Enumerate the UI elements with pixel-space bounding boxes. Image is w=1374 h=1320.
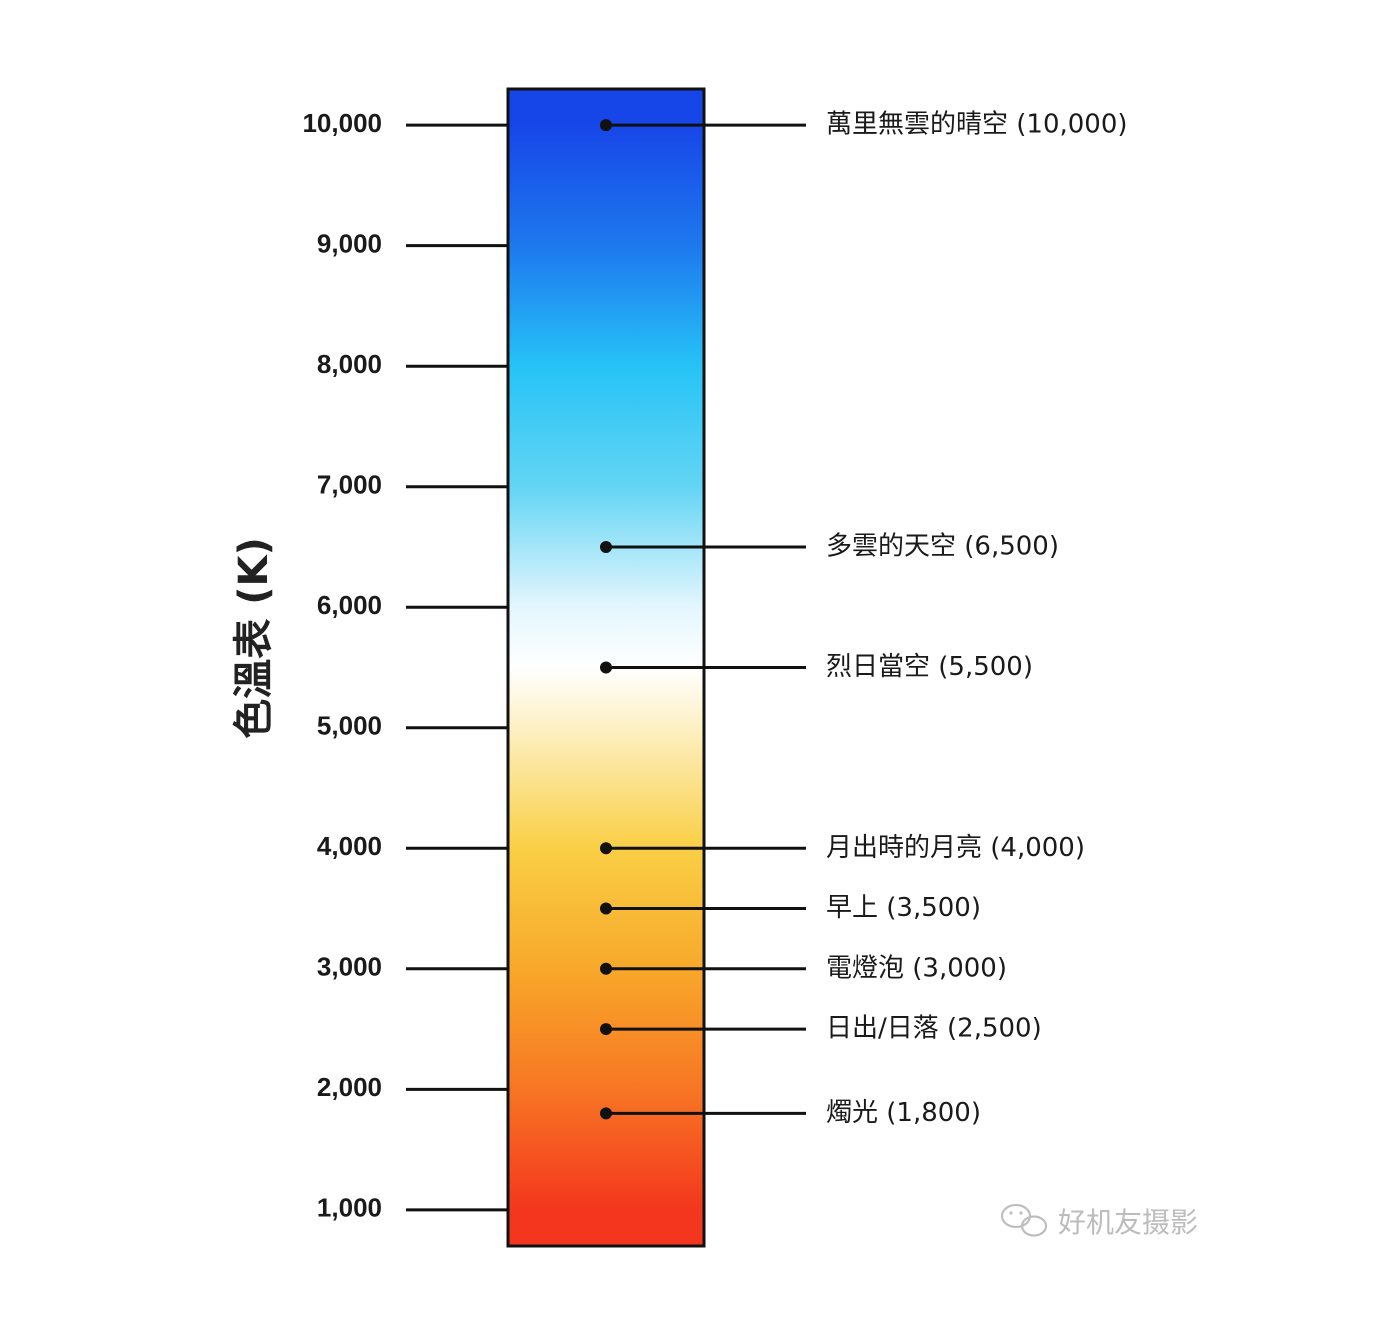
marker-dot [600,842,612,855]
tick-group: 10,000 9,000 8,000 7,000 6,000 5,000 4,000 3,00… [302,108,508,1223]
marker-label: 月出時的月亮 (4,000) [826,833,1085,863]
marker-label: 早上 (3,500) [826,893,981,923]
watermark-text: 好机友摄影 [1058,1206,1198,1239]
marker-label: 萬里無雲的晴空 (10,000) [826,110,1128,140]
marker-dot [600,902,612,915]
marker-dot [600,119,612,132]
marker-dot [600,661,612,674]
color-temperature-chart: 10,000 9,000 8,000 7,000 6,000 5,000 4,000 3,00… [231,87,1198,1248]
tick-label: 6,000 [317,590,382,620]
marker-label: 烈日當空 (5,500) [826,652,1033,682]
marker-label: 日出/日落 (2,500) [826,1014,1042,1044]
axis-title: 色溫表 (K) [231,537,277,738]
tick-label: 9,000 [317,229,382,259]
marker-label: 多雲的天空 (6,500) [826,531,1059,561]
wechat-icon [1000,1203,1048,1237]
marker-dot [600,1023,612,1036]
tick-label: 3,000 [317,952,382,982]
marker-dot [600,962,612,975]
watermark: 好机友摄影 [1000,1203,1198,1239]
marker-label: 電燈泡 (3,000) [826,953,1007,983]
tick-label: 5,000 [317,711,382,741]
tick-label: 8,000 [317,349,382,379]
tick-label: 1,000 [317,1193,382,1223]
tick-label: 4,000 [317,831,382,861]
tick-label: 10,000 [302,108,382,138]
marker-dot [600,540,612,553]
tick-label: 2,000 [317,1072,382,1102]
tick-label: 7,000 [317,470,382,500]
marker-label: 燭光 (1,800) [826,1098,981,1128]
marker-dot [600,1107,612,1120]
